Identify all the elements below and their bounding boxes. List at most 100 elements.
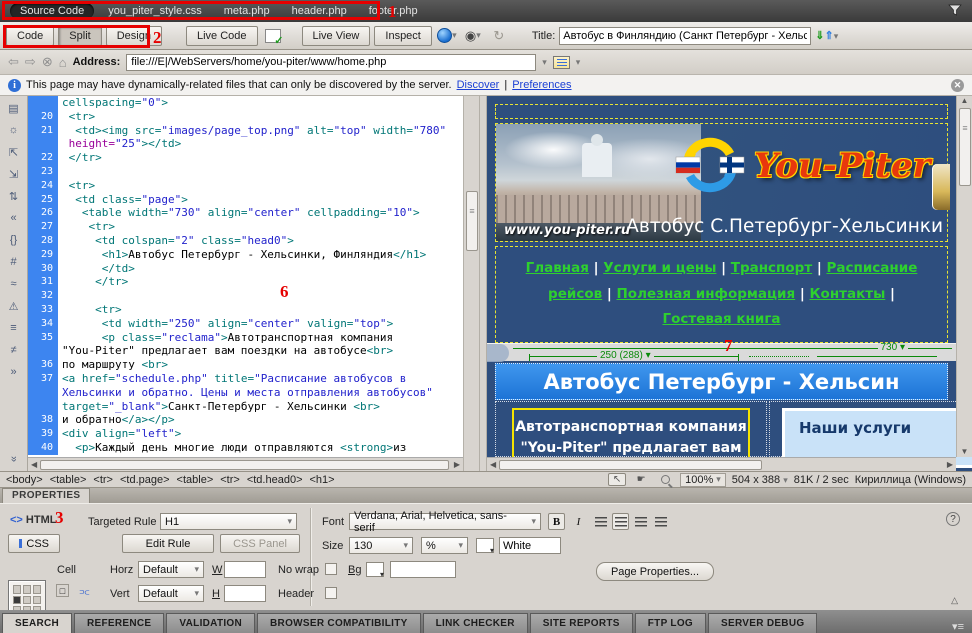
tag-selector-item[interactable]: <table>	[50, 474, 87, 486]
scroll-left-icon[interactable]: ◀	[28, 460, 40, 469]
results-tab-site-reports[interactable]: SITE REPORTS	[530, 613, 633, 633]
design-top-cell[interactable]	[495, 104, 948, 119]
line-numbers-icon[interactable]: #	[5, 254, 23, 270]
window-size-select[interactable]: 504 x 388 ▾	[732, 474, 788, 486]
address-input[interactable]	[126, 54, 536, 71]
align-center-button[interactable]	[612, 513, 629, 530]
live-code-button[interactable]: Live Code	[186, 26, 258, 46]
page-title-input[interactable]	[559, 27, 811, 45]
cell-width-input[interactable]	[224, 561, 266, 578]
back-icon[interactable]: ⇦	[8, 54, 19, 70]
page-heading[interactable]: Автобус Петербург - Хельсин	[495, 363, 948, 400]
refresh-icon[interactable]: ↻	[488, 27, 510, 45]
services-cell[interactable]: Наши услуги	[769, 401, 972, 457]
select-tool-icon[interactable]: ↖	[608, 473, 626, 486]
view-splitter[interactable]	[479, 96, 487, 471]
css-panel-button[interactable]: CSS Panel	[220, 534, 300, 553]
results-tab-search[interactable]: SEARCH	[2, 613, 72, 633]
site-nav-link[interactable]: Услуги и цены	[603, 260, 716, 276]
collapse-selection-icon[interactable]: ⇲	[5, 166, 23, 182]
site-nav-link[interactable]: Полезная информация	[617, 286, 796, 302]
split-cell-icon[interactable]: ⫗	[76, 584, 93, 601]
site-nav-link[interactable]: Транспорт	[731, 260, 812, 276]
scroll-right-icon[interactable]: ▶	[944, 460, 956, 469]
design-view[interactable]: www.you-piter.ru You-Piter Автобус	[487, 96, 972, 471]
inspect-button[interactable]: Inspect	[374, 26, 431, 46]
design-horizontal-scrollbar[interactable]: ◀ ▶	[487, 457, 956, 471]
address-dropdown-icon[interactable]: ▾	[542, 57, 547, 68]
code-view[interactable]: cellspacing="0">20 <tr>21 <td><img src="…	[28, 96, 463, 457]
edit-rule-button[interactable]: Edit Rule	[122, 534, 214, 553]
file-transfer-icon[interactable]: ⇓⇑▾	[815, 29, 838, 42]
tag-selector-item[interactable]: <h1>	[310, 474, 335, 486]
hand-tool-icon[interactable]: ☛	[632, 473, 650, 486]
text-color-input[interactable]	[499, 537, 561, 554]
code-vertical-scrollbar[interactable]	[463, 96, 479, 471]
page-properties-button[interactable]: Page Properties...	[596, 562, 714, 581]
syntax-error-alerts-icon[interactable]: ⚠	[5, 298, 23, 314]
view-options-icon[interactable]	[553, 56, 570, 69]
code-horizontal-scrollbar[interactable]: ◀ ▶	[28, 457, 463, 471]
results-tab-server-debug[interactable]: SERVER DEBUG	[708, 613, 817, 633]
discover-link[interactable]: Discover	[457, 79, 500, 91]
bg-color-input[interactable]	[390, 561, 456, 578]
code-navigator-icon[interactable]: ☼	[5, 122, 23, 138]
table-width-bar[interactable]: 730 ▾ 250 (288) ▾	[487, 343, 956, 361]
horz-select[interactable]: Default▾	[138, 561, 204, 578]
bold-button[interactable]: B	[548, 513, 565, 530]
design-vertical-scrollbar[interactable]: ▲ ▼	[956, 96, 972, 457]
live-view-button[interactable]: Live View	[302, 26, 371, 46]
results-tab-validation[interactable]: VALIDATION	[166, 613, 255, 633]
italic-button[interactable]: I	[570, 513, 587, 530]
tag-selector-item[interactable]: <tr>	[93, 474, 113, 486]
targeted-rule-select[interactable]: H1▾	[160, 513, 297, 530]
nowrap-checkbox[interactable]	[325, 563, 337, 575]
collapse-full-tag-icon[interactable]: ⇱	[5, 144, 23, 160]
magnification-select[interactable]: 100%▾	[680, 473, 726, 487]
font-select[interactable]: Verdana, Arial, Helvetica, sans-serif▾	[349, 513, 541, 530]
results-tab-browser-compatibility[interactable]: BROWSER COMPATIBILITY	[257, 613, 421, 633]
zoom-tool-icon[interactable]	[656, 473, 674, 486]
tag-selector-item[interactable]: <table>	[177, 474, 214, 486]
tag-selector-item[interactable]: <td.page>	[120, 474, 170, 486]
highlight-invalid-code-icon[interactable]: ≈	[5, 276, 23, 292]
indent-code-icon[interactable]: »	[5, 364, 23, 380]
results-tab-reference[interactable]: REFERENCE	[74, 613, 164, 633]
preferences-link[interactable]: Preferences	[512, 79, 571, 91]
apply-comment-icon[interactable]: ≡	[5, 320, 23, 336]
merge-cells-icon[interactable]: □	[56, 584, 69, 597]
validate-markup-icon[interactable]: ◉▾	[462, 27, 484, 45]
expand-all-icon[interactable]: ⇅	[5, 188, 23, 204]
site-banner[interactable]: www.you-piter.ru You-Piter Автобус	[495, 123, 948, 242]
home-icon[interactable]: ⌂	[59, 55, 67, 70]
css-mode-button[interactable]: CSS	[8, 534, 60, 553]
tag-selector-item[interactable]: <tr>	[220, 474, 240, 486]
filter-icon[interactable]	[948, 4, 962, 19]
collapse-toolbar-icon[interactable]: «	[6, 450, 22, 468]
size-unit-select[interactable]: %▾	[421, 537, 468, 554]
open-documents-icon[interactable]: ▤	[5, 100, 23, 116]
preview-in-browser-icon[interactable]: ▾	[436, 27, 458, 45]
header-checkbox[interactable]	[325, 587, 337, 599]
align-justify-button[interactable]	[652, 513, 669, 530]
results-tab-ftp-log[interactable]: FTP LOG	[635, 613, 706, 633]
help-icon[interactable]: ?	[946, 512, 960, 526]
column-width-menu[interactable]: 250 (288) ▾	[597, 351, 654, 361]
balance-braces-icon[interactable]: {}	[5, 232, 23, 248]
table-widget-tab[interactable]	[487, 344, 509, 362]
check-browser-compatibility-icon[interactable]	[262, 27, 284, 45]
panel-menu-icon[interactable]: ▾≡	[952, 620, 970, 633]
site-nav-link[interactable]: Главная	[526, 260, 589, 276]
collapse-panel-icon[interactable]: △	[951, 595, 958, 606]
html-mode-button[interactable]: <> HTML	[10, 514, 56, 526]
close-info-bar-icon[interactable]: ✕	[951, 79, 964, 92]
site-nav-link[interactable]: Гостевая книга	[663, 311, 781, 327]
site-nav-link[interactable]: Контакты	[810, 286, 886, 302]
scroll-right-icon[interactable]: ▶	[451, 460, 463, 469]
stop-icon[interactable]: ⊗	[42, 54, 53, 70]
results-tab-link-checker[interactable]: LINK CHECKER	[423, 613, 528, 633]
properties-tab[interactable]: PROPERTIES	[2, 488, 90, 503]
tag-selector-item[interactable]: <td.head0>	[247, 474, 303, 486]
text-color-swatch[interactable]	[476, 538, 494, 553]
select-parent-tag-icon[interactable]: «	[5, 210, 23, 226]
